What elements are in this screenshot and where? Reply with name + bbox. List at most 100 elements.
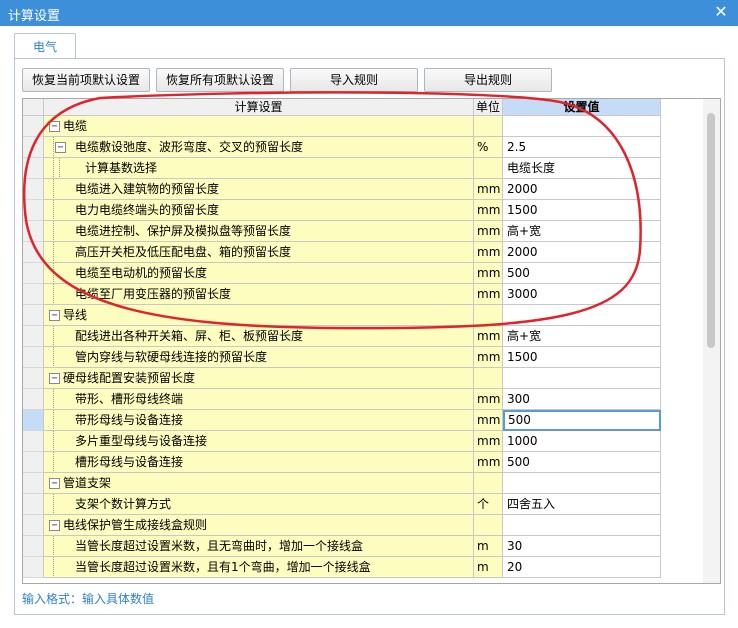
export-rules-button[interactable]: 导出规则	[424, 68, 552, 92]
row-header[interactable]	[23, 347, 44, 368]
row-header[interactable]	[23, 221, 44, 242]
setting-name-cell[interactable]: 支架个数计算方式	[44, 494, 474, 515]
value-cell[interactable]: 高+宽	[503, 221, 661, 242]
row-header[interactable]	[23, 389, 44, 410]
row-header[interactable]	[23, 515, 44, 536]
row-header[interactable]	[23, 284, 44, 305]
setting-name-cell[interactable]: 管内穿线与软硬母线连接的预留长度	[44, 347, 474, 368]
value-cell[interactable]: 高+宽	[503, 326, 661, 347]
column-header-setting[interactable]: 计算设置	[44, 99, 474, 116]
setting-name-cell[interactable]: 当管长度超过设置米数，且无弯曲时，增加一个接线盒	[44, 536, 474, 557]
setting-name-cell[interactable]: 高压开关柜及低压配电盘、箱的预留长度	[44, 242, 474, 263]
collapse-icon[interactable]: −	[49, 310, 60, 321]
value-cell[interactable]: 30	[503, 536, 661, 557]
row-header[interactable]	[23, 200, 44, 221]
value-cell[interactable]	[503, 116, 661, 137]
value-cell[interactable]: 500	[503, 263, 661, 284]
value-cell[interactable]	[503, 515, 661, 536]
value-cell[interactable]	[503, 305, 661, 326]
table-row[interactable]: 电力电缆终端头的预留长度 mm 1500	[23, 200, 703, 221]
table-row[interactable]: 电缆进控制、保护屏及模拟盘等预留长度 mm 高+宽	[23, 221, 703, 242]
tab-electrical[interactable]: 电气	[14, 33, 76, 60]
row-header[interactable]	[23, 368, 44, 389]
table-row[interactable]: 带形母线与设备连接 mm 500	[23, 410, 703, 431]
setting-name-cell[interactable]: 电缆至厂用变压器的预留长度	[44, 284, 474, 305]
column-header-unit[interactable]: 单位	[474, 99, 503, 116]
setting-name-cell[interactable]: 当管长度超过设置米数，且有1个弯曲，增加一个接线盒	[44, 557, 474, 578]
setting-name-cell[interactable]: 槽形母线与设备连接	[44, 452, 474, 473]
column-header-value[interactable]: 设置值	[503, 99, 661, 116]
value-cell[interactable]: 四舍五入	[503, 494, 661, 515]
setting-name-cell[interactable]: 电缆至电动机的预留长度	[44, 263, 474, 284]
row-header[interactable]	[23, 557, 44, 578]
setting-name-cell[interactable]: − 电缆敷设弛度、波形弯度、交叉的预留长度	[44, 137, 474, 158]
value-cell[interactable]: 500	[503, 410, 661, 431]
row-header[interactable]	[23, 305, 44, 326]
row-header[interactable]	[23, 179, 44, 200]
row-header[interactable]	[23, 326, 44, 347]
collapse-icon[interactable]: −	[49, 478, 60, 489]
value-cell[interactable]: 500	[503, 452, 661, 473]
table-row[interactable]: − 电线保护管生成接线盒规则	[23, 515, 703, 536]
restore-current-default-button[interactable]: 恢复当前项默认设置	[22, 68, 150, 92]
value-cell[interactable]: 300	[503, 389, 661, 410]
setting-name-cell[interactable]: − 硬母线配置安装预留长度	[44, 368, 474, 389]
table-row[interactable]: − 管道支架	[23, 473, 703, 494]
scrollbar-thumb[interactable]	[707, 113, 715, 348]
value-cell[interactable]: 3000	[503, 284, 661, 305]
table-row[interactable]: 管内穿线与软硬母线连接的预留长度 mm 1500	[23, 347, 703, 368]
row-header[interactable]	[23, 452, 44, 473]
row-header[interactable]	[23, 494, 44, 515]
setting-name-cell[interactable]: 带形母线与设备连接	[44, 410, 474, 431]
row-header[interactable]	[23, 116, 44, 137]
table-row[interactable]: 支架个数计算方式 个四舍五入	[23, 494, 703, 515]
table-row[interactable]: 带形、槽形母线终端 mm 300	[23, 389, 703, 410]
setting-name-cell[interactable]: 电缆进入建筑物的预留长度	[44, 179, 474, 200]
import-rules-button[interactable]: 导入规则	[290, 68, 418, 92]
table-row[interactable]: − 电缆敷设弛度、波形弯度、交叉的预留长度% 2.5	[23, 137, 703, 158]
value-cell[interactable]: 2000	[503, 242, 661, 263]
row-header[interactable]	[23, 242, 44, 263]
value-cell[interactable]: 1500	[503, 200, 661, 221]
table-row[interactable]: 当管长度超过设置米数，且有1个弯曲，增加一个接线盒 m 20	[23, 557, 703, 578]
row-header[interactable]	[23, 263, 44, 284]
setting-name-cell[interactable]: 配线进出各种开关箱、屏、柜、板预留长度	[44, 326, 474, 347]
table-row[interactable]: 高压开关柜及低压配电盘、箱的预留长度 mm 2000	[23, 242, 703, 263]
table-row[interactable]: 配线进出各种开关箱、屏、柜、板预留长度 mm 高+宽	[23, 326, 703, 347]
collapse-icon[interactable]: −	[49, 121, 60, 132]
value-cell[interactable]	[503, 368, 661, 389]
collapse-icon[interactable]: −	[49, 373, 60, 384]
table-row[interactable]: − 导线	[23, 305, 703, 326]
row-header[interactable]	[23, 410, 44, 431]
table-row[interactable]: 槽形母线与设备连接 mm 500	[23, 452, 703, 473]
table-row[interactable]: 电缆至电动机的预留长度 mm 500	[23, 263, 703, 284]
table-row[interactable]: 当管长度超过设置米数，且无弯曲时，增加一个接线盒 m 30	[23, 536, 703, 557]
value-cell[interactable]: 1500	[503, 347, 661, 368]
value-cell[interactable]	[503, 473, 661, 494]
setting-name-cell[interactable]: − 电线保护管生成接线盒规则	[44, 515, 474, 536]
setting-name-cell[interactable]: 多片重型母线与设备连接	[44, 431, 474, 452]
value-cell[interactable]: 20	[503, 557, 661, 578]
close-icon[interactable]: ✕	[712, 2, 730, 22]
setting-name-cell[interactable]: − 管道支架	[44, 473, 474, 494]
table-row[interactable]: 多片重型母线与设备连接 mm 1000	[23, 431, 703, 452]
setting-name-cell[interactable]: 电力电缆终端头的预留长度	[44, 200, 474, 221]
value-cell[interactable]: 2.5	[503, 137, 661, 158]
collapse-icon[interactable]: −	[55, 142, 66, 153]
table-row[interactable]: 电缆至厂用变压器的预留长度 mm 3000	[23, 284, 703, 305]
vertical-scrollbar[interactable]	[703, 99, 720, 583]
row-header[interactable]	[23, 137, 44, 158]
row-header[interactable]	[23, 536, 44, 557]
setting-name-cell[interactable]: 电缆进控制、保护屏及模拟盘等预留长度	[44, 221, 474, 242]
value-cell[interactable]: 1000	[503, 431, 661, 452]
setting-name-cell[interactable]: 带形、槽形母线终端	[44, 389, 474, 410]
setting-name-cell[interactable]: 计算基数选择	[44, 158, 474, 179]
table-row[interactable]: 计算基数选择 电缆长度	[23, 158, 703, 179]
setting-name-cell[interactable]: − 电缆	[44, 116, 474, 137]
collapse-icon[interactable]: −	[49, 520, 60, 531]
row-header[interactable]	[23, 158, 44, 179]
table-row[interactable]: − 硬母线配置安装预留长度	[23, 368, 703, 389]
table-row[interactable]: − 电缆	[23, 116, 703, 137]
row-header[interactable]	[23, 473, 44, 494]
value-cell[interactable]: 2000	[503, 179, 661, 200]
